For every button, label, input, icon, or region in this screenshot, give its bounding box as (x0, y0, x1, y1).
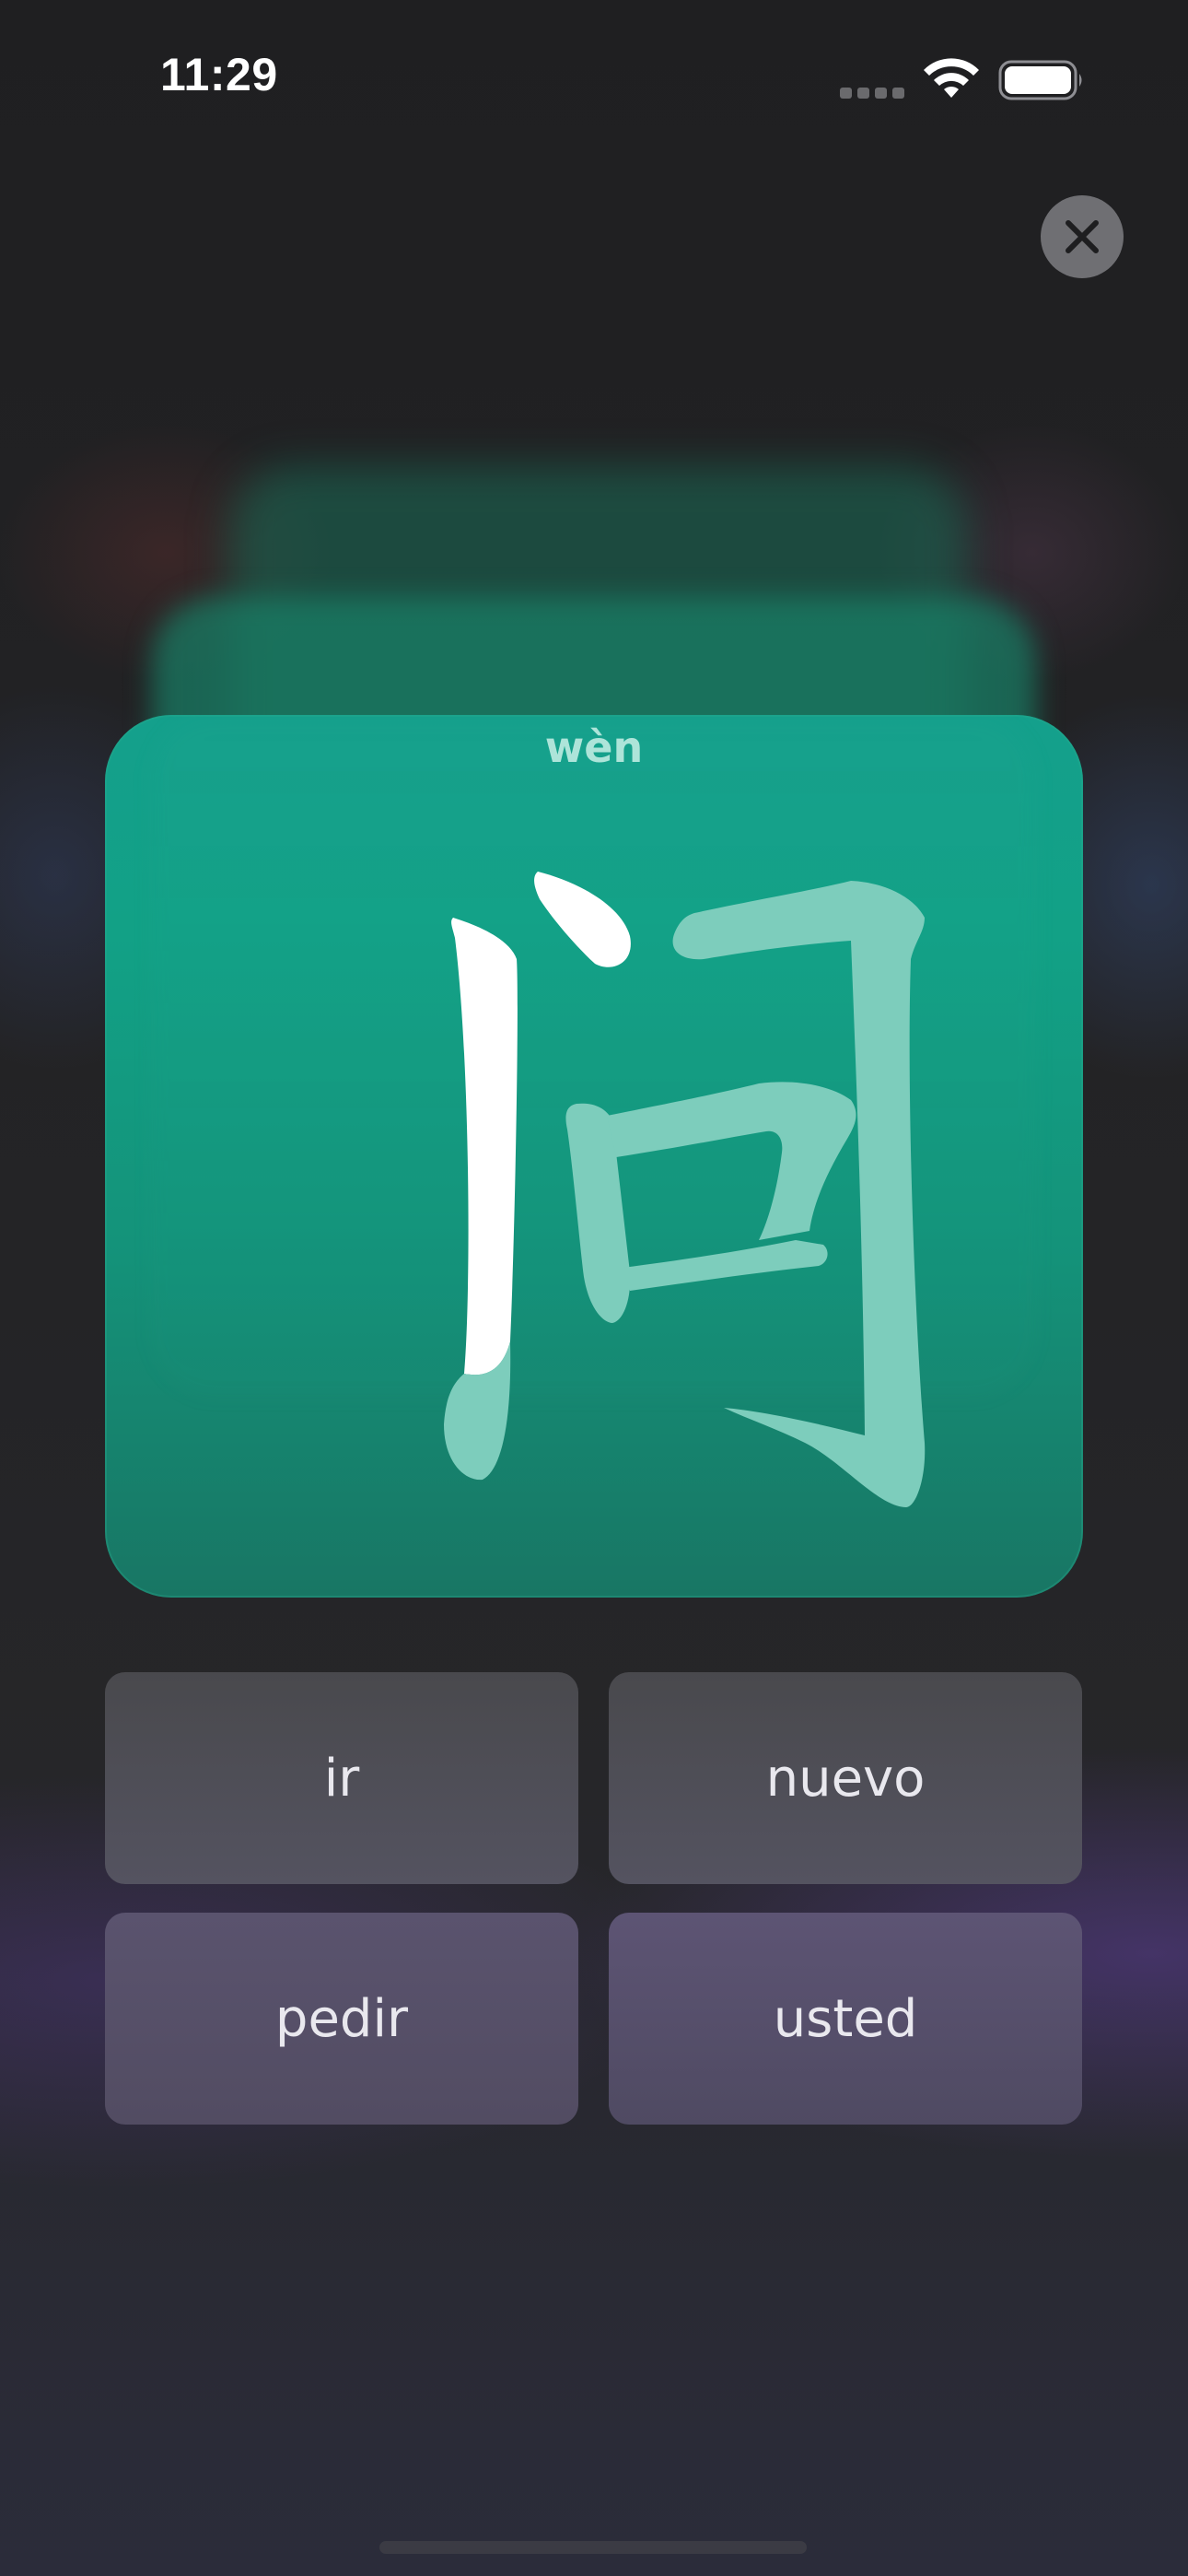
close-icon (1066, 220, 1099, 253)
status-time: 11:29 (160, 49, 278, 100)
character-stroke-diagram (444, 872, 926, 1507)
flash-card[interactable]: wèn (105, 715, 1083, 1598)
home-indicator[interactable] (379, 2541, 807, 2554)
wifi-icon (924, 58, 979, 98)
stroke-inner-top-right (607, 1082, 856, 1240)
pinyin-label: wèn (544, 722, 644, 772)
battery-icon (998, 60, 1082, 100)
answer-option-pedir[interactable]: pedir (105, 1913, 578, 2125)
cellular-signal-icon (840, 88, 904, 99)
answer-option-ir[interactable]: ir (105, 1672, 578, 1884)
answer-option-nuevo[interactable]: nuevo (609, 1672, 1082, 1884)
close-button[interactable] (1041, 195, 1124, 278)
stroke-inner-bottom (623, 1240, 828, 1291)
answer-option-usted[interactable]: usted (609, 1913, 1082, 2125)
quiz-screen: 11:29 wèn ir nuevo pedir usted (0, 0, 1188, 2576)
stroke-left-vertical (451, 918, 518, 1376)
stroke-dot (534, 872, 631, 967)
